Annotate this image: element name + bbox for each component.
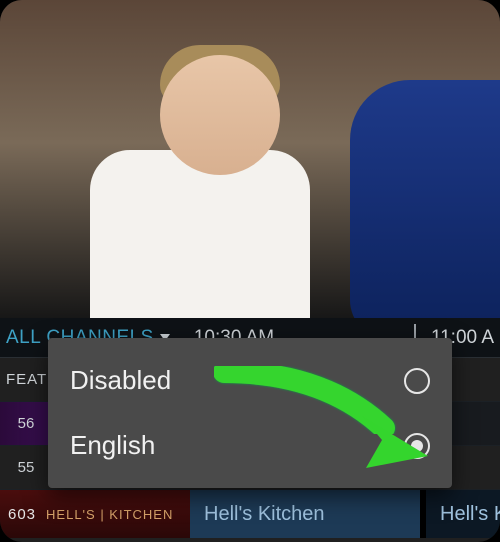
program-title: Hell's Kitchen	[204, 503, 325, 526]
channel-number: 56	[0, 415, 52, 432]
video-figure-hair	[160, 45, 280, 105]
video-preview	[0, 0, 500, 318]
channel-number: 55	[0, 459, 52, 476]
option-label: Disabled	[70, 365, 171, 396]
language-option-disabled[interactable]: Disabled	[48, 348, 452, 413]
featured-label: FEAT	[6, 371, 47, 388]
language-popup: Disabled English	[48, 338, 452, 488]
channel-number: 603	[8, 506, 36, 523]
channel-brand-logo: HELL'S | KITCHEN	[46, 507, 173, 522]
radio-icon	[404, 368, 430, 394]
radio-checked-icon	[404, 433, 430, 459]
channel-cell-603[interactable]: 603 HELL'S | KITCHEN	[0, 490, 190, 538]
language-option-english[interactable]: English	[48, 413, 452, 478]
video-figure-right	[350, 80, 500, 340]
program-title: Hell's K	[440, 503, 500, 526]
program-cell-next[interactable]: Hell's K	[426, 490, 500, 538]
screen-root: ALL CHANNELS 10:30 AM 11:00 A FEAT 56 55…	[0, 0, 500, 542]
option-label: English	[70, 430, 155, 461]
program-cell-current[interactable]: Hell's Kitchen	[190, 490, 420, 538]
channel-row-603[interactable]: 603 HELL'S | KITCHEN Hell's Kitchen Hell…	[0, 490, 500, 538]
